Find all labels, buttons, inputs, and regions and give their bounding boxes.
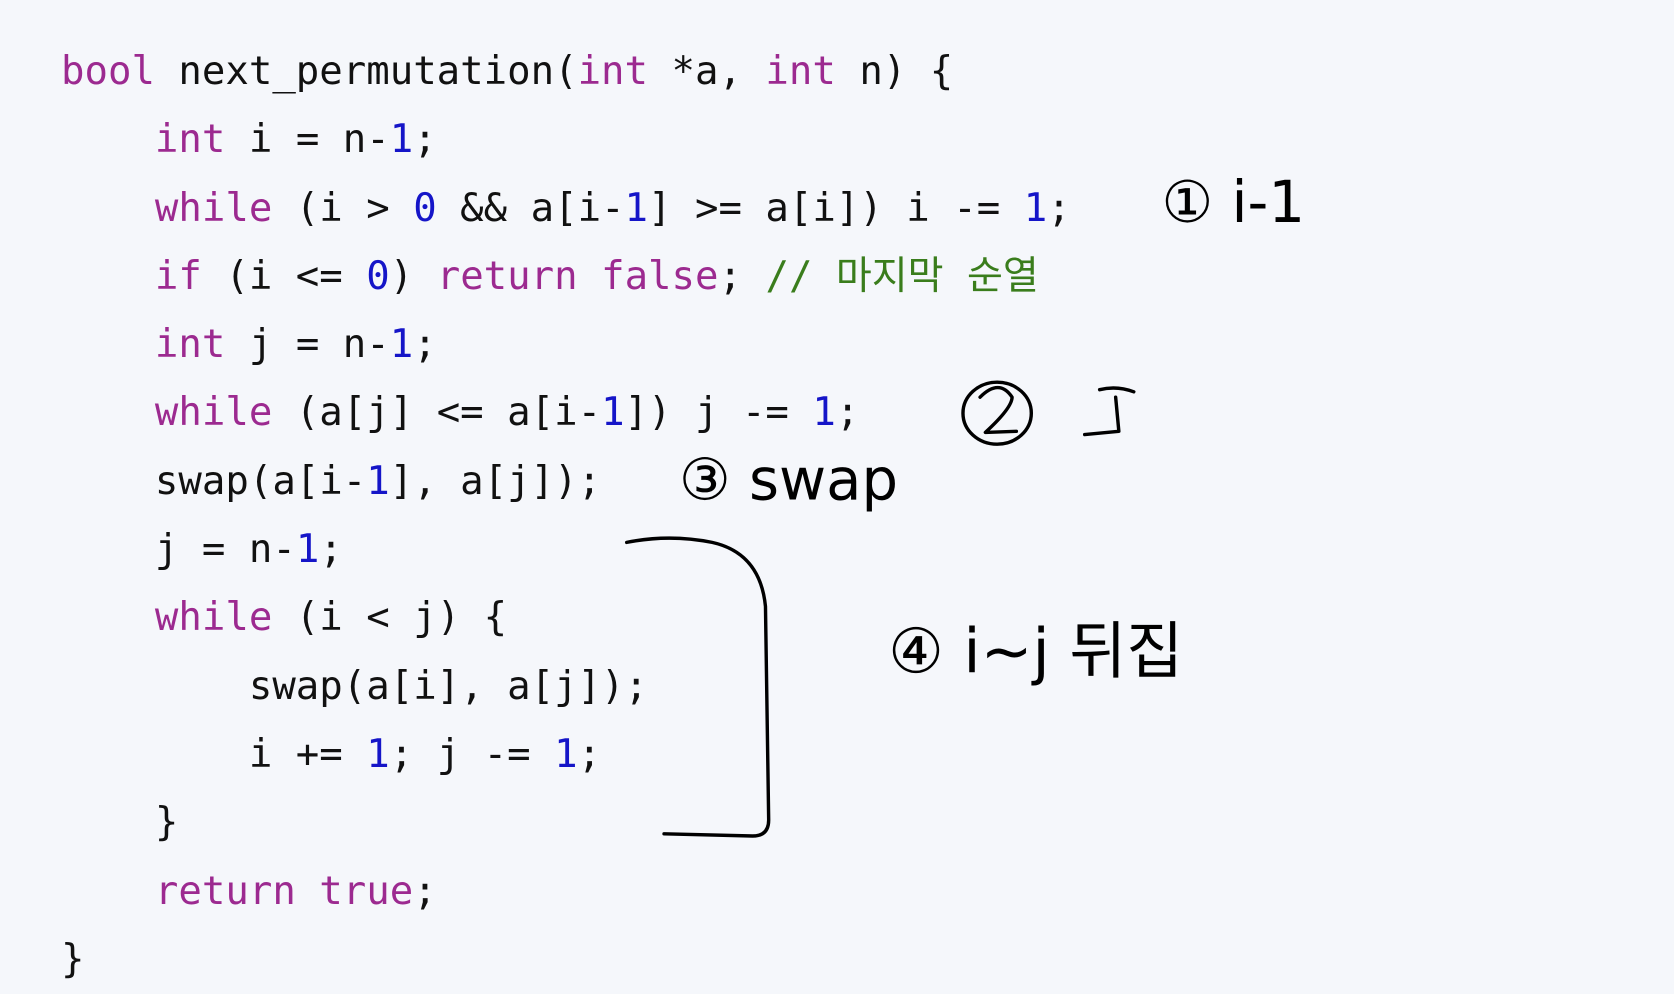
code-token: (a[j] <= a[i-	[272, 390, 602, 436]
code-token: (i >	[272, 185, 414, 231]
code-line: while (i > 0 && a[i-1] >= a[i]) i -= 1;	[61, 175, 1071, 243]
number-token: 1	[389, 322, 414, 368]
code-token: ;	[413, 868, 437, 914]
code-line: int i = n-1;	[61, 106, 1071, 174]
code-line: if (i <= 0) return false; // 마지막 순열	[61, 243, 1071, 311]
number-token: 1	[601, 390, 625, 436]
code-line: while (i < j) {	[61, 584, 1071, 652]
code-line: return true;	[61, 858, 1071, 926]
code-token: ;	[413, 322, 437, 368]
code-token: i = n-	[225, 117, 390, 163]
keyword-token: bool	[61, 49, 155, 94]
code-token: }	[61, 800, 179, 846]
number-token: 0	[366, 253, 390, 299]
code-token: swap(a[i-	[61, 458, 367, 504]
code-token: ; j -=	[389, 731, 555, 777]
code-line: j = n-1;	[61, 516, 1071, 584]
code-token: }	[61, 936, 85, 982]
code-line: i += 1; j -= 1;	[61, 721, 1071, 789]
code-token: next_permutation(	[154, 49, 578, 94]
number-token: 0	[413, 185, 437, 231]
code-token: (i < j) {	[272, 595, 508, 641]
keyword-token: return	[154, 868, 296, 914]
code-token: n) {	[835, 49, 954, 94]
code-line: }	[61, 926, 1071, 994]
code-token: ;	[835, 390, 860, 436]
number-token: 1	[624, 185, 649, 231]
code-token: ], a[j]);	[389, 458, 602, 504]
comment-token: // 마지막 순열	[765, 253, 1039, 299]
number-token: 1	[1023, 185, 1048, 231]
annotation-step-1-text: ① i-1	[1162, 168, 1305, 236]
number-token: 1	[389, 117, 414, 163]
keyword-token: int	[154, 117, 226, 163]
code-line: }	[61, 789, 1071, 857]
code-token: j = n-	[61, 527, 296, 573]
code-token: ]) j -=	[624, 390, 813, 436]
code-line: swap(a[i-1], a[j]);	[61, 448, 1071, 516]
keyword-token: return	[436, 253, 578, 299]
keyword-token: while	[154, 390, 273, 436]
keyword-token: int	[765, 49, 836, 94]
code-token: ;	[319, 527, 343, 573]
number-token: 1	[554, 731, 578, 777]
code-token: )	[389, 253, 437, 299]
code-block: bool next_permutation(int *a, int n) { i…	[61, 38, 1071, 994]
code-token: *a,	[648, 49, 766, 94]
keyword-token: int	[577, 49, 649, 94]
keyword-token: true	[319, 868, 414, 914]
code-token: && a[i-	[436, 185, 625, 231]
number-token: 1	[366, 458, 390, 504]
code-token: ;	[577, 731, 602, 777]
code-line: int j = n-1;	[61, 311, 1071, 379]
code-token: j = n-	[225, 322, 390, 368]
code-token: i +=	[61, 731, 367, 777]
code-token: ;	[413, 117, 437, 163]
code-token: ;	[718, 253, 766, 299]
keyword-token: int	[154, 322, 226, 368]
keyword-token: while	[154, 185, 273, 231]
keyword-token: if	[154, 253, 202, 299]
code-token: (i <=	[201, 253, 367, 299]
code-token: ;	[1047, 185, 1071, 231]
keyword-token: false	[601, 253, 719, 299]
code-line: while (a[j] <= a[i-1]) j -= 1;	[61, 379, 1071, 447]
number-token: 1	[295, 527, 320, 573]
code-line: bool next_permutation(int *a, int n) {	[61, 38, 1071, 106]
annotation-step-1: ① i-1	[1162, 168, 1305, 236]
code-line: swap(a[i], a[j]);	[61, 653, 1071, 721]
keyword-token: while	[154, 595, 273, 641]
number-token: 1	[812, 390, 836, 436]
number-token: 1	[366, 731, 390, 777]
code-token: swap(a[i], a[j]);	[61, 663, 648, 709]
code-token: ] >= a[i]) i -=	[648, 185, 1024, 231]
